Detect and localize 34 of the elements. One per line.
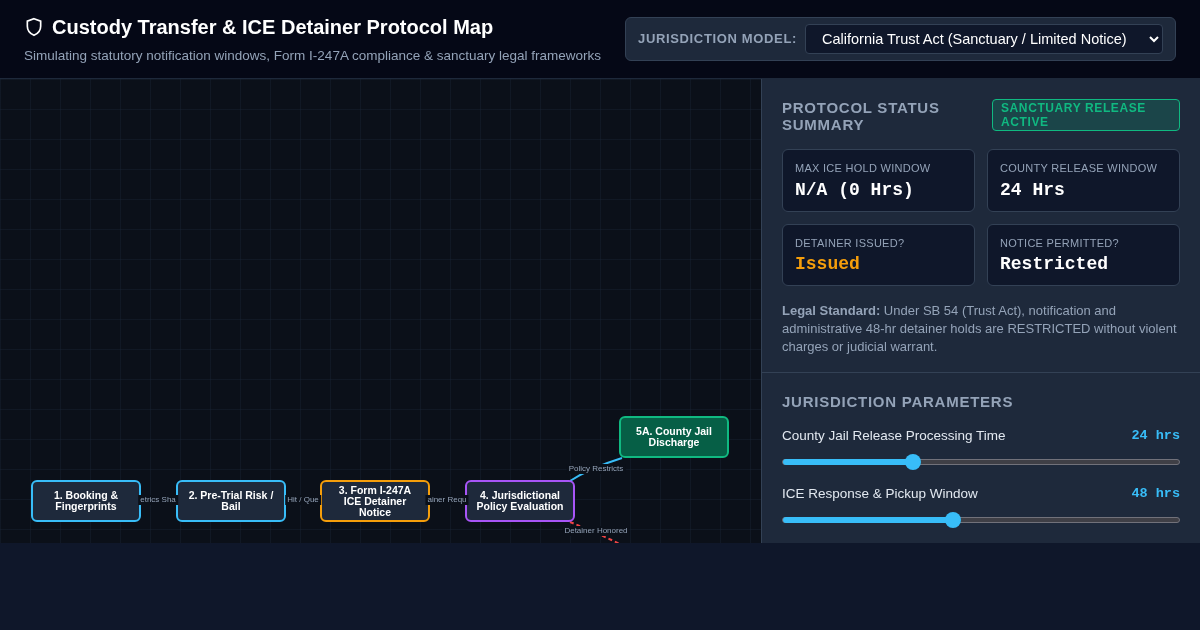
edge-label: ainer Requ bbox=[425, 495, 469, 505]
page-subtitle: Simulating statutory notification windows, Form I-247A compliance & sanctuary legal frameworks bbox=[24, 46, 601, 65]
edge-label: etrics Sha bbox=[138, 495, 178, 505]
metric-label: DETAINER ISSUED? bbox=[795, 235, 906, 251]
status-badge: SANCTUARY RELEASE ACTIVE bbox=[992, 99, 1180, 131]
metric-label: COUNTY RELEASE WINDOW bbox=[1000, 161, 1159, 176]
process-node[interactable]: 2. Pre-Trial Risk / Bail bbox=[176, 480, 286, 522]
metric-value: Restricted bbox=[1000, 253, 1110, 275]
edge-label: Hit / Que bbox=[285, 495, 321, 505]
metric-label: NOTICE PERMITTED? bbox=[1000, 235, 1120, 251]
slider-label: ICE Response & Pickup Window bbox=[782, 484, 978, 503]
model-label: JURISDICTION MODEL: bbox=[638, 30, 797, 49]
edge-label: Detainer Honored bbox=[562, 526, 630, 536]
metric-value: Issued bbox=[795, 253, 861, 275]
slider-track[interactable] bbox=[782, 517, 1180, 523]
section-title: JURISDICTION PARAMETERS bbox=[782, 392, 1015, 412]
legal-note: Legal Standard: Under SB 54 (Trust Act), notification and administrative 48-hr detainer holds are RESTRICTED without violent charges or judicial warrant. bbox=[782, 302, 1178, 356]
slider-track[interactable] bbox=[782, 458, 1180, 465]
outcome-node[interactable]: 5A. County Jail Discharge bbox=[619, 416, 729, 458]
metric-value: 24 Hrs bbox=[1000, 178, 1066, 201]
slider-reading: 24 hrs bbox=[1131, 426, 1180, 445]
model-dropdown[interactable]: California Trust Act (Sanctuary / Limited Notice) bbox=[805, 24, 1163, 54]
section-title: PROTOCOL STATUS SUMMARY bbox=[782, 99, 941, 133]
metric-value: N/A (0 Hrs) bbox=[795, 178, 915, 201]
edge-label: Policy Restricts bbox=[566, 464, 626, 474]
metric-label: MAX ICE HOLD WINDOW bbox=[795, 161, 932, 176]
process-node[interactable]: 1. Booking & Fingerprints bbox=[31, 480, 141, 522]
shield-icon bbox=[24, 16, 44, 37]
process-node[interactable]: 4. Jurisdictional Policy Evaluation bbox=[465, 480, 575, 522]
slider-label: County Jail Release Processing Time bbox=[782, 426, 1006, 445]
slider-thumb[interactable] bbox=[945, 512, 962, 528]
slider-thumb[interactable] bbox=[905, 453, 922, 470]
slider-reading: 48 hrs bbox=[1131, 484, 1180, 503]
page-title: Custody Transfer & ICE Detainer Protocol Map bbox=[52, 14, 494, 40]
